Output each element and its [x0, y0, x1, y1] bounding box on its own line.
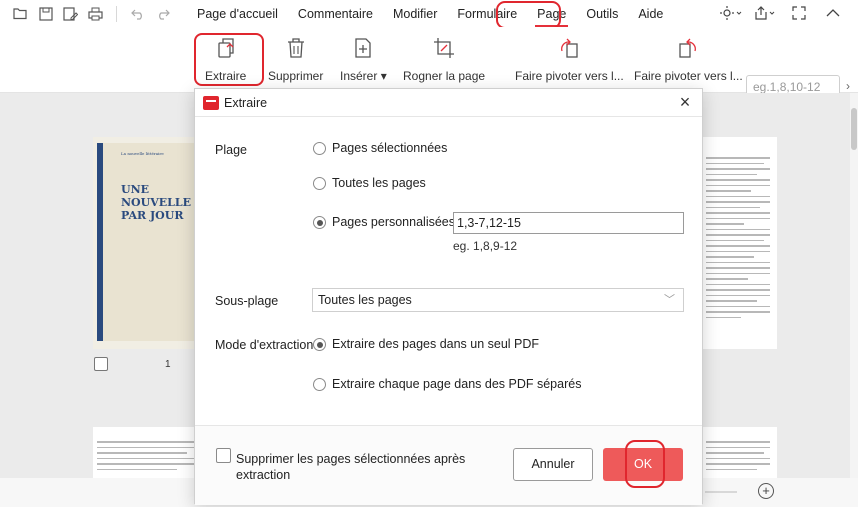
open-folder-icon[interactable]	[8, 4, 33, 24]
theme-sun-icon[interactable]	[714, 3, 748, 23]
extract-dialog: Extraire × Plage Pages sélectionnées Tou…	[194, 88, 703, 505]
delete-after-label: Supprimer les pages sélectionnées après …	[236, 452, 466, 482]
radio-custom-pages-label: Pages personnalisées	[332, 215, 455, 229]
crop-icon	[431, 35, 457, 61]
close-icon[interactable]: ×	[676, 93, 694, 111]
cover-title-line2: PAR JOUR	[121, 209, 184, 222]
insert-label: Insérer ▾	[340, 69, 387, 83]
menu-edit[interactable]: Modifier	[383, 3, 447, 25]
menu-tools[interactable]: Outils	[576, 3, 628, 25]
insert-page-button[interactable]: Insérer ▾	[340, 35, 387, 83]
radio-all-pages[interactable]	[313, 177, 326, 190]
rotate-right-icon	[675, 35, 701, 61]
page-menu-highlight	[496, 1, 561, 29]
custom-pages-input[interactable]: 1,3-7,12-15	[453, 212, 684, 234]
undo-icon[interactable]	[125, 4, 150, 24]
divider	[116, 5, 117, 22]
subrange-value: Toutes les pages	[318, 293, 412, 307]
print-icon[interactable]	[83, 4, 108, 24]
rotate-right-button[interactable]: Faire pivoter vers l...	[634, 35, 743, 83]
subrange-label: Sous-plage	[215, 294, 279, 308]
rotate-left-label: Faire pivoter vers l...	[515, 69, 624, 83]
window-controls	[714, 3, 850, 23]
zoom-in-icon[interactable]: +	[758, 483, 774, 499]
rotate-left-button[interactable]: Faire pivoter vers l...	[515, 35, 624, 83]
radio-separate-pdfs[interactable]	[313, 378, 326, 391]
main-menu: Page d'accueil Commentaire Modifier Form…	[187, 3, 673, 27]
radio-selected-pages[interactable]	[313, 142, 326, 155]
radio-custom-pages[interactable]	[313, 216, 326, 229]
range-label: Plage	[215, 143, 247, 157]
save-icon[interactable]	[33, 4, 58, 24]
quick-access-bar	[0, 4, 175, 24]
page-select-checkbox[interactable]	[94, 357, 108, 371]
menu-home[interactable]: Page d'accueil	[187, 3, 288, 25]
radio-selected-pages-label: Pages sélectionnées	[332, 141, 448, 155]
insert-page-icon	[350, 35, 376, 61]
dialog-title: Extraire	[224, 96, 268, 110]
extract-highlight	[194, 33, 264, 86]
collapse-ribbon-icon[interactable]	[816, 3, 850, 23]
page-number: 1	[165, 359, 171, 370]
page-toolbar: Extraire Supprimer Insérer ▾ Rogner la p…	[0, 27, 858, 100]
custom-pages-hint: eg. 1,8,9-12	[453, 239, 518, 253]
delete-page-button[interactable]: Supprimer	[268, 35, 323, 83]
rotate-right-label: Faire pivoter vers l...	[634, 69, 743, 83]
rotate-left-icon	[556, 35, 582, 61]
workspace-scrollbar[interactable]	[850, 93, 858, 478]
app-window: Page d'accueil Commentaire Modifier Form…	[0, 0, 858, 507]
radio-all-pages-label: Toutes les pages	[332, 176, 426, 190]
text-lines	[97, 441, 197, 474]
subrange-select[interactable]: Toutes les pages ﹀	[312, 288, 684, 312]
fullscreen-icon[interactable]	[782, 3, 816, 23]
crop-page-button[interactable]: Rogner la page	[403, 35, 485, 83]
radio-separate-pdfs-label: Extraire chaque page dans des PDF séparé…	[332, 377, 582, 391]
page-thumbnail-1[interactable]: La nouvelle littéraire UNE NOUVELLE PAR …	[93, 137, 203, 349]
scrollbar-thumb[interactable]	[851, 108, 857, 150]
redo-icon[interactable]	[150, 4, 175, 24]
ok-highlight	[625, 440, 665, 488]
cover-small-text: La nouvelle littéraire	[121, 151, 164, 156]
trash-icon	[283, 35, 309, 61]
radio-single-pdf-label: Extraire des pages dans un seul PDF	[332, 337, 540, 351]
cancel-button[interactable]: Annuler	[513, 448, 593, 481]
chevron-down-icon: ﹀	[664, 294, 675, 306]
cover-title-line1: UNE NOUVELLE	[121, 183, 192, 209]
menu-help[interactable]: Aide	[628, 3, 673, 25]
cover-panel: La nouvelle littéraire UNE NOUVELLE PAR …	[97, 143, 197, 341]
edit-save-icon[interactable]	[58, 4, 83, 24]
cover-title: UNE NOUVELLE PAR JOUR	[121, 183, 197, 222]
toolbar-scroll-right-icon[interactable]: ›	[846, 79, 850, 93]
delete-label: Supprimer	[268, 69, 324, 83]
share-icon[interactable]	[748, 3, 782, 23]
mode-label: Mode d'extraction	[215, 338, 314, 352]
page-thumbnail-right[interactable]	[702, 137, 777, 349]
delete-after-checkbox[interactable]	[216, 448, 231, 463]
zoom-slider[interactable]	[705, 491, 737, 493]
menu-bar: Page d'accueil Commentaire Modifier Form…	[0, 0, 858, 27]
app-logo-icon	[203, 96, 219, 110]
text-lines	[706, 441, 770, 474]
crop-label: Rogner la page	[403, 69, 486, 83]
menu-comment[interactable]: Commentaire	[288, 3, 383, 25]
radio-single-pdf[interactable]	[313, 338, 326, 351]
text-lines	[706, 157, 770, 322]
dialog-header: Extraire ×	[195, 89, 702, 117]
